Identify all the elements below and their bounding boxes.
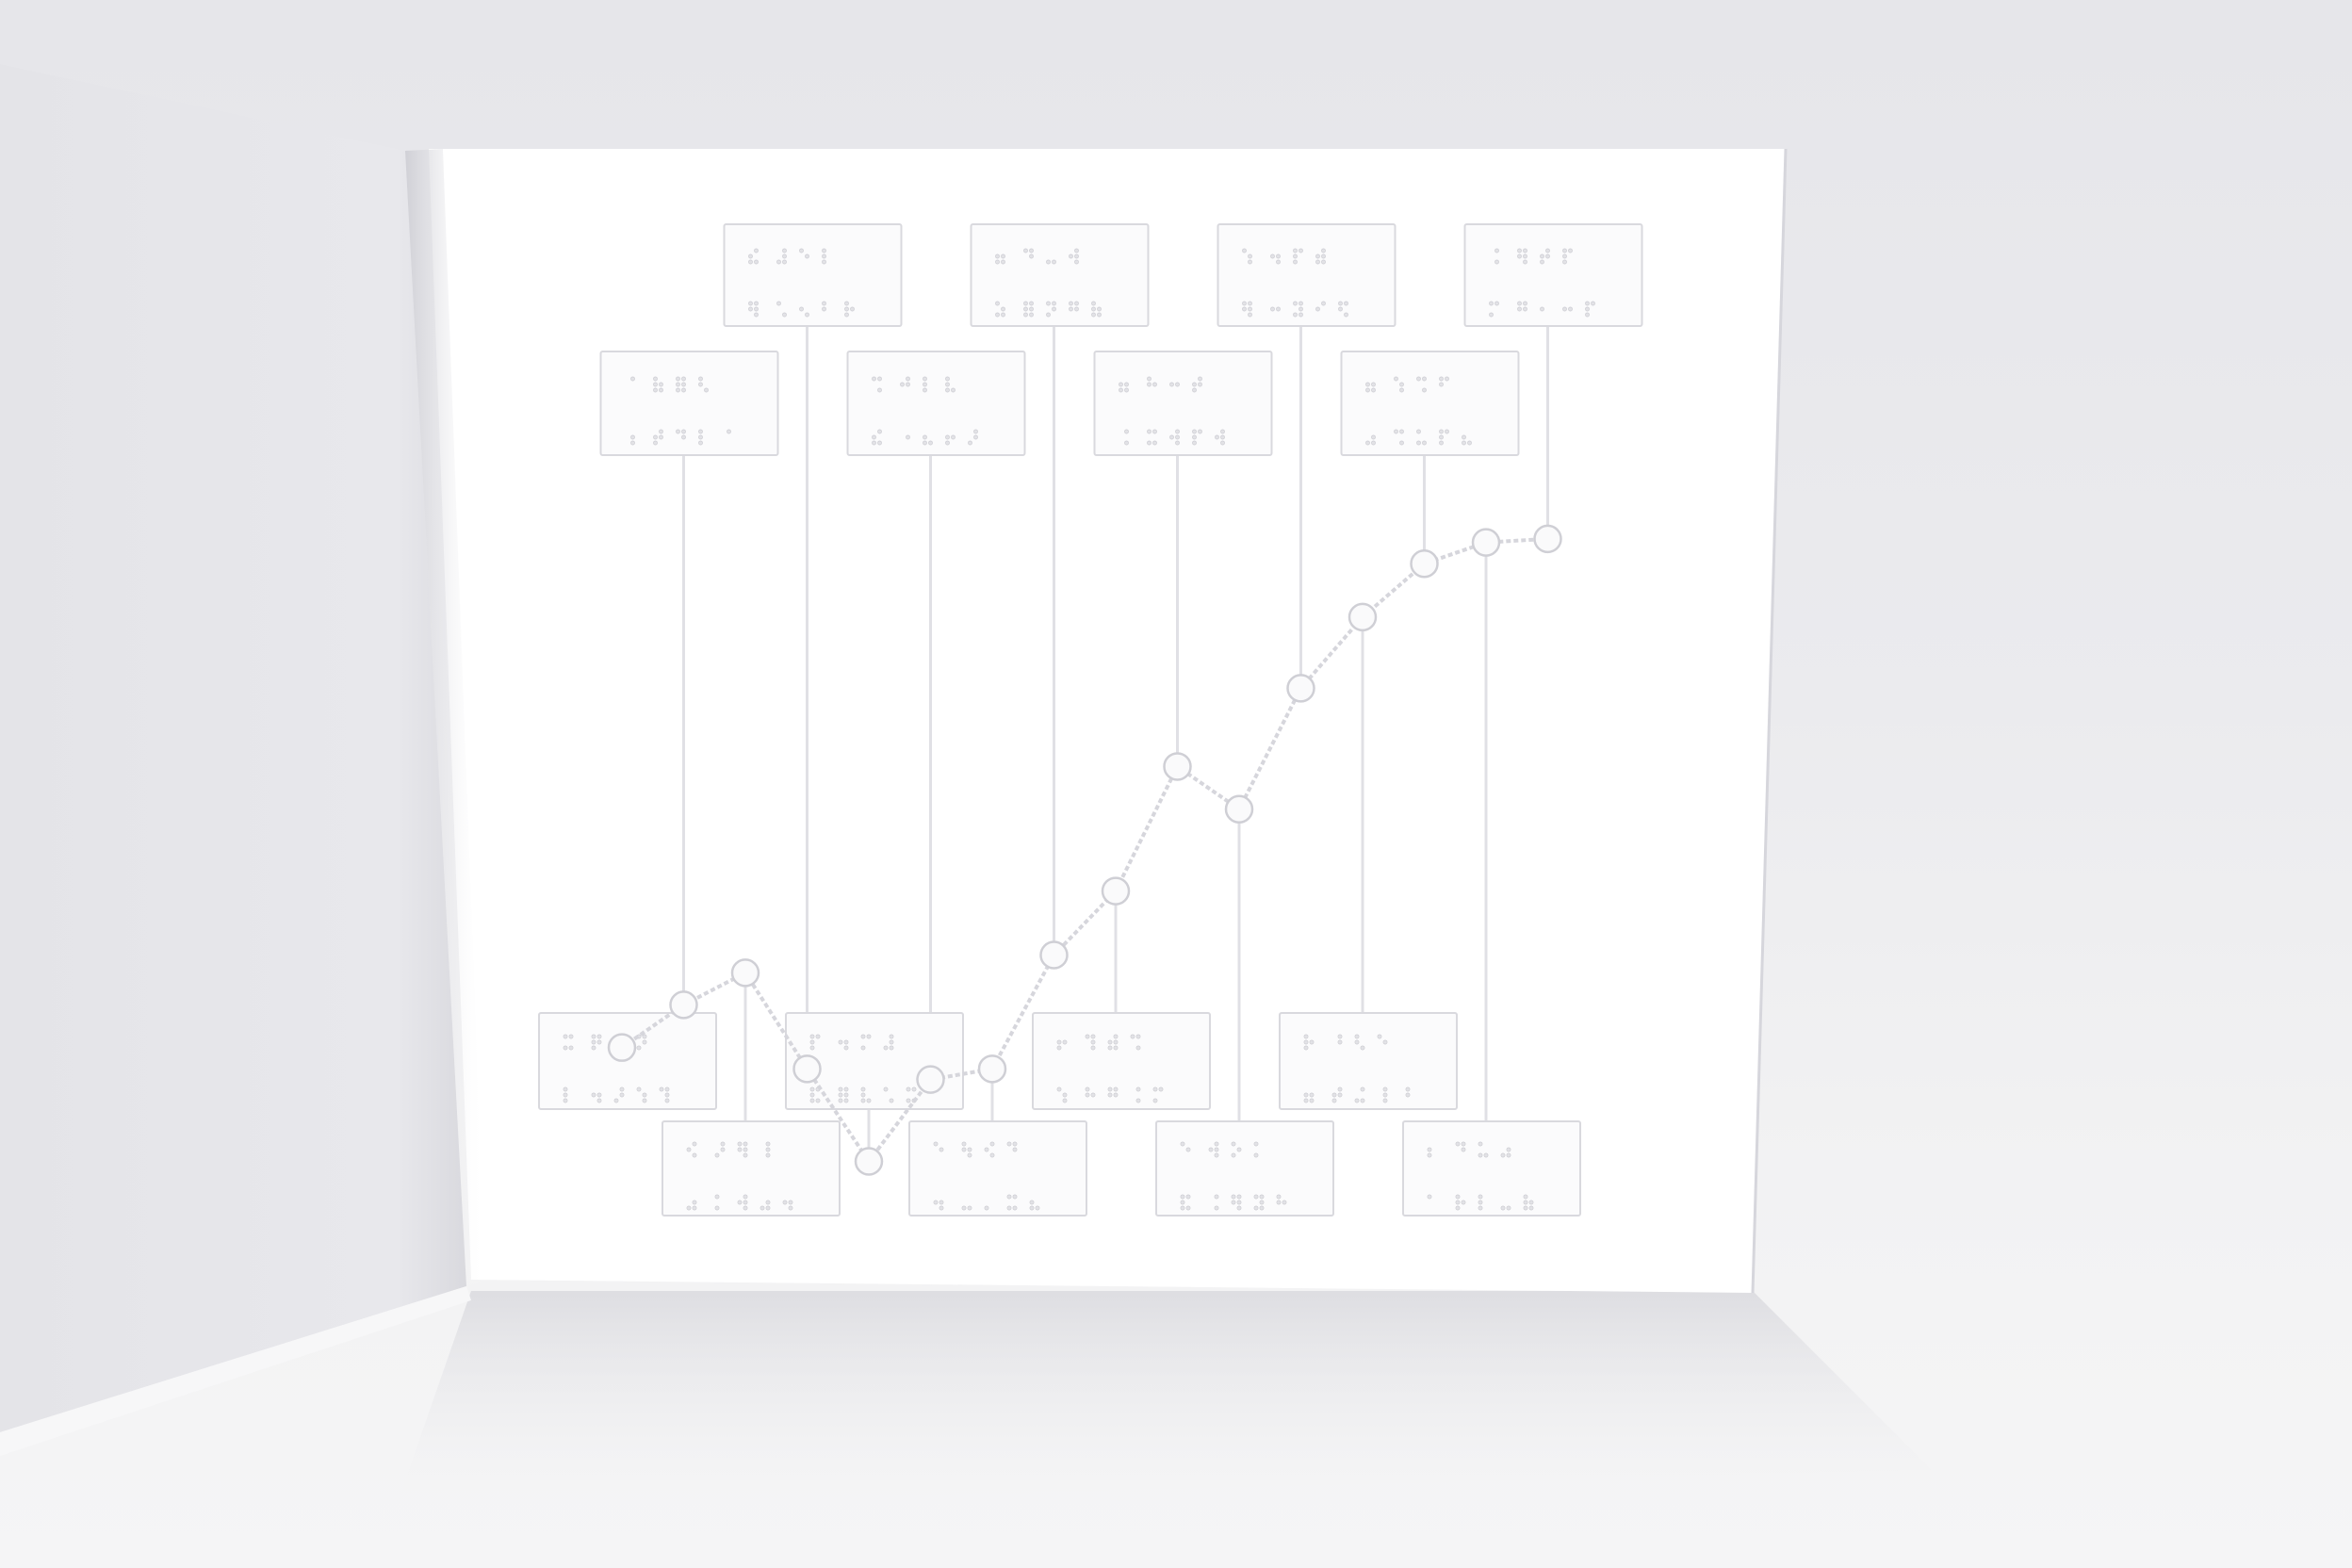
booklet-shadow xyxy=(396,1291,1932,1508)
braille-label-card xyxy=(1340,351,1520,456)
data-point xyxy=(1163,752,1192,781)
braille-label-card xyxy=(846,351,1026,456)
braille-label-card xyxy=(908,1120,1087,1217)
left-page xyxy=(0,64,466,1432)
data-point xyxy=(1039,940,1069,970)
data-point xyxy=(607,1033,637,1062)
data-point xyxy=(977,1054,1007,1084)
braille-label-card xyxy=(538,1012,717,1110)
braille-label-card xyxy=(1402,1120,1581,1217)
data-point xyxy=(792,1054,822,1084)
data-point xyxy=(1471,528,1501,557)
braille-label-card xyxy=(1463,223,1643,327)
braille-label-card xyxy=(1093,351,1273,456)
data-point xyxy=(1410,549,1439,579)
braille-label-card xyxy=(1217,223,1396,327)
photo-scene xyxy=(0,64,1932,1508)
data-point xyxy=(1286,674,1315,703)
data-point xyxy=(669,990,698,1020)
braille-label-card xyxy=(1032,1012,1211,1110)
data-point xyxy=(1101,876,1131,906)
data-point xyxy=(730,958,760,988)
braille-label-card xyxy=(599,351,779,456)
braille-label-card xyxy=(1155,1120,1334,1217)
data-point xyxy=(854,1147,884,1176)
braille-label-card xyxy=(1279,1012,1458,1110)
data-point xyxy=(1348,602,1378,632)
data-point xyxy=(916,1065,945,1094)
braille-label-card xyxy=(723,223,903,327)
data-point xyxy=(1533,524,1562,554)
braille-label-card xyxy=(662,1120,841,1217)
braille-label-card xyxy=(970,223,1150,327)
data-point xyxy=(1224,794,1254,824)
